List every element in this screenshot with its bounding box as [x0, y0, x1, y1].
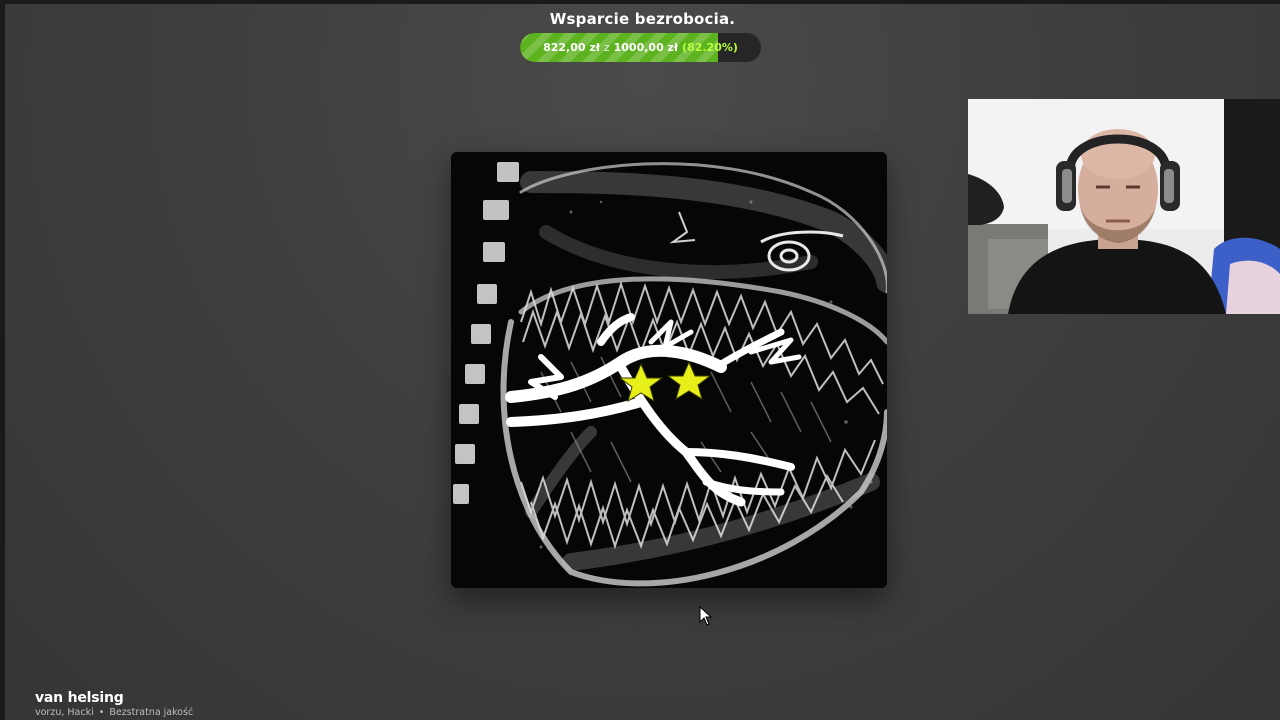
- goal-title: Wsparcie bezrobocia.: [549, 10, 736, 28]
- goal-target-amount: 1000,00 zł: [613, 41, 679, 54]
- album-cover-drawing: [451, 152, 887, 588]
- goal-current-amount: 822,00 zł: [543, 41, 600, 54]
- track-quality: Bezstratna jakość: [109, 707, 194, 718]
- album-cover-art: [451, 152, 887, 588]
- track-artists: vorzu, Hacki: [35, 707, 94, 718]
- webcam-feed: [968, 99, 1280, 314]
- track-meta-separator: •: [98, 707, 105, 718]
- goal-progress-bar: 822,00 zł z 1000,00 zł (82.20%): [520, 33, 761, 62]
- mouse-cursor-icon: [699, 606, 713, 626]
- goal-separator: z: [603, 41, 610, 54]
- goal-progress-text: 822,00 zł z 1000,00 zł (82.20%): [520, 33, 761, 62]
- goal-percent: (82.20%): [682, 41, 738, 54]
- track-title: van helsing: [35, 690, 124, 706]
- track-meta: vorzu, Hacki • Bezstratna jakość: [35, 707, 193, 718]
- stream-overlay: Wsparcie bezrobocia. 822,00 zł z 1000,00…: [0, 0, 1280, 720]
- now-playing: van helsing vorzu, Hacki • Bezstratna jako…: [35, 690, 193, 718]
- webcam-image: [968, 99, 1280, 314]
